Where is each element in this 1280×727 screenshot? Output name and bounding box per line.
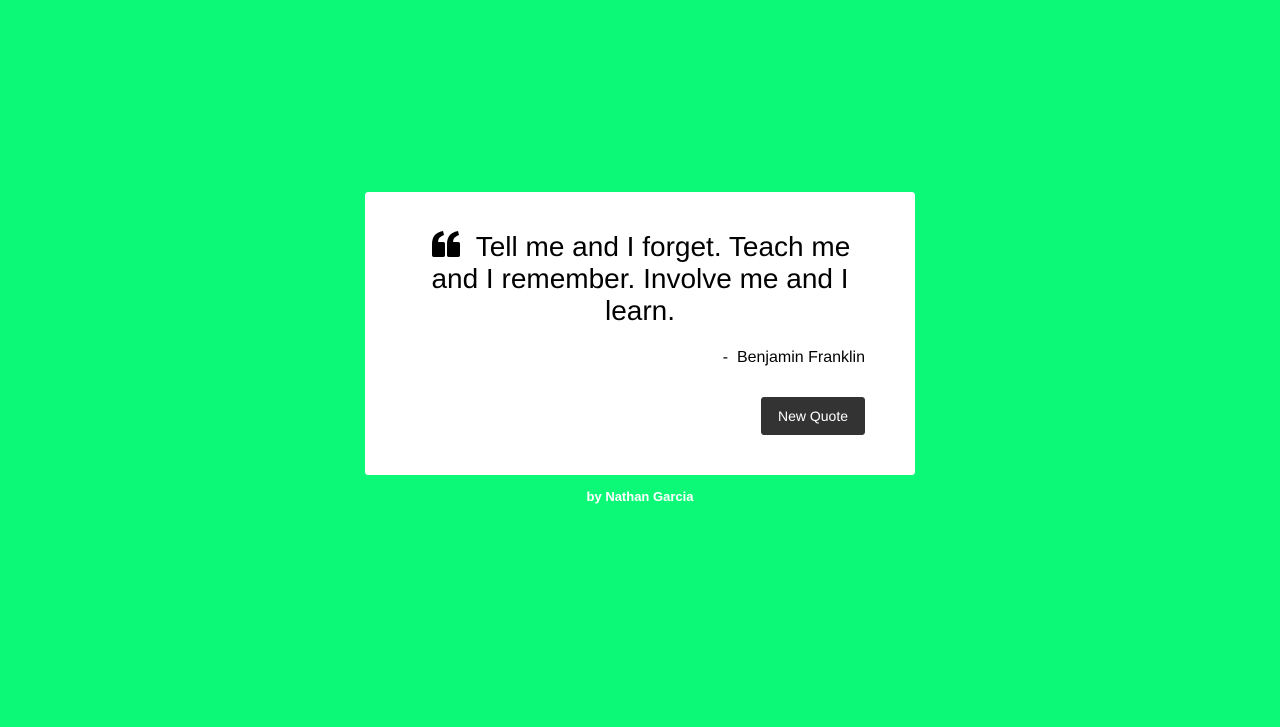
new-quote-button[interactable]: New Quote [761, 397, 865, 435]
quote-left-icon [430, 230, 462, 258]
quote-text: Tell me and I forget. Teach me and I rem… [431, 231, 851, 326]
quote-box: Tell me and I forget. Teach me and I rem… [365, 192, 915, 475]
quote-author: - Benjamin Franklin [722, 349, 865, 366]
quote-text-container: Tell me and I forget. Teach me and I rem… [425, 230, 855, 327]
footer-credit: by Nathan Garcia [586, 489, 694, 504]
